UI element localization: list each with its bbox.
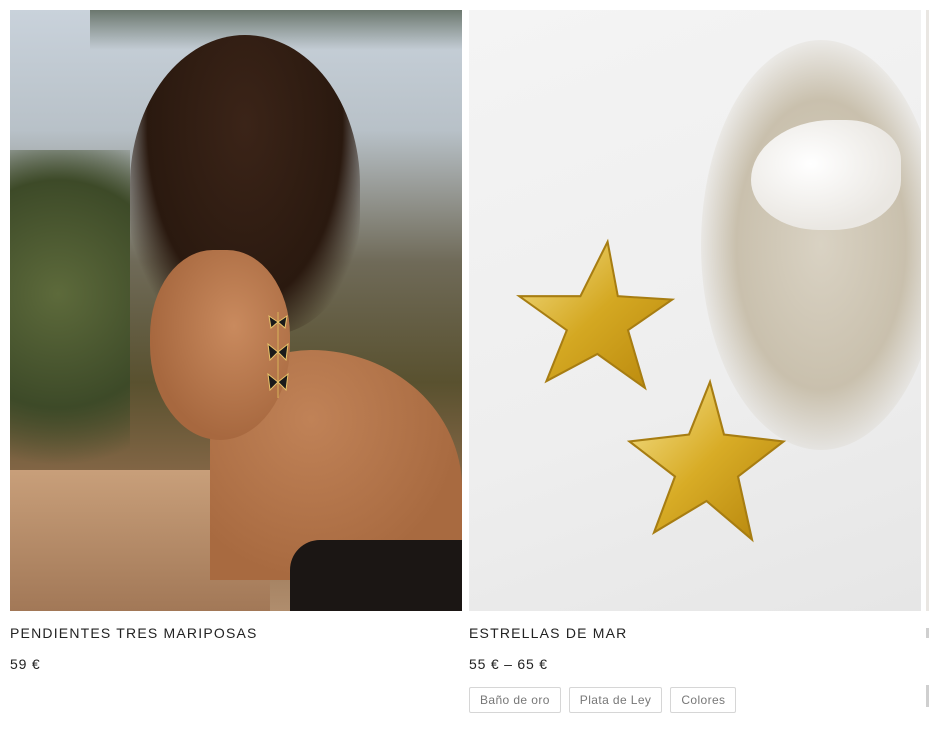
product-title[interactable]: ESTRELLAS DE MAR (469, 624, 921, 642)
product-title[interactable]: PENDIENTES TRES MARIPOSAS (10, 624, 462, 642)
product-price: 59 € (10, 656, 41, 672)
foliage-shape (10, 150, 130, 510)
product-grid: PENDIENTES TRES MARIPOSAS 59 € ESTRELLAS… (0, 0, 929, 748)
clothing-shape (290, 540, 462, 611)
product-card[interactable]: ESTRELLAS DE MAR 55 € – 65 € Baño de oro… (469, 10, 921, 713)
product-card[interactable]: PENDIENTES TRES MARIPOSAS 59 € (10, 10, 462, 673)
product-image[interactable] (469, 10, 921, 611)
product-image[interactable] (10, 10, 462, 611)
variant-chip[interactable]: Colores (670, 687, 737, 713)
starfish-earring-icon (626, 378, 787, 543)
variant-chip[interactable]: Baño de oro (469, 687, 561, 713)
variant-options: Baño de oro Plata de Ley Colores (469, 687, 921, 713)
product-price: 55 € – 65 € (469, 656, 548, 672)
variant-chip[interactable]: Plata de Ley (568, 687, 663, 713)
butterfly-earring-icon (267, 312, 289, 398)
